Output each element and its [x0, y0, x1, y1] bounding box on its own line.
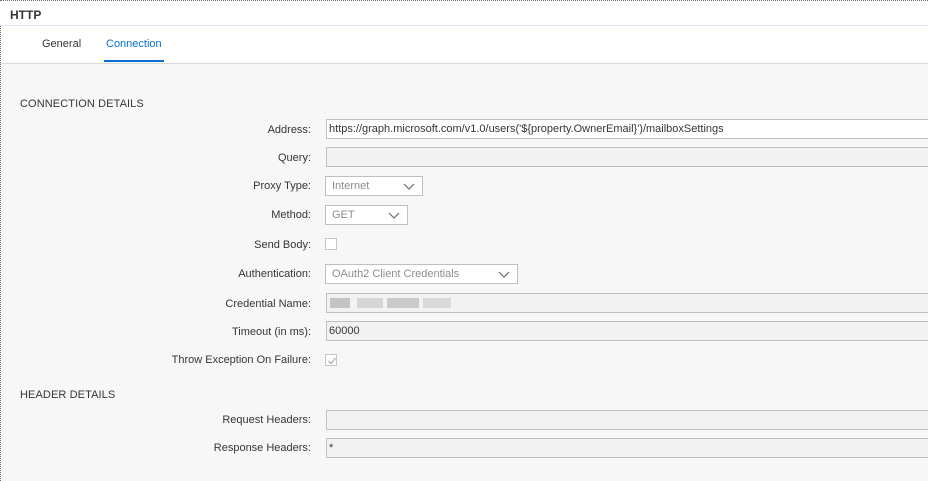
request-headers-field[interactable] [326, 410, 928, 430]
chevron-down-icon [403, 183, 415, 190]
panel-left-border [0, 26, 2, 481]
header-details-heading: HEADER DETAILS [20, 389, 116, 401]
method-label: Method: [271, 209, 311, 221]
connection-details-heading: CONNECTION DETAILS [20, 98, 144, 110]
address-label: Address: [267, 124, 311, 136]
authentication-value: OAuth2 Client Credentials [332, 268, 460, 280]
send-body-label: Send Body: [254, 239, 311, 251]
proxy-type-label: Proxy Type: [253, 180, 311, 192]
tab-bar: General Connection [0, 26, 928, 64]
credential-name-label: Credential Name: [225, 298, 311, 310]
tab-connection[interactable]: Connection [104, 26, 164, 62]
tab-general[interactable]: General [42, 26, 81, 62]
throw-exception-checkbox[interactable] [325, 354, 337, 366]
authentication-label: Authentication: [238, 268, 311, 280]
credential-name-field[interactable] [326, 293, 928, 313]
redacted-credential [330, 298, 350, 308]
checkmark-icon [328, 357, 337, 365]
method-select[interactable]: GET [325, 205, 408, 225]
throw-exception-label: Throw Exception On Failure: [171, 354, 311, 366]
redacted-credential [387, 298, 419, 308]
timeout-field[interactable] [326, 321, 928, 341]
proxy-type-select[interactable]: Internet [325, 176, 423, 196]
chevron-down-icon [498, 271, 510, 278]
query-label: Query: [277, 152, 311, 164]
response-headers-label: Response Headers: [213, 442, 311, 454]
address-field[interactable] [326, 119, 928, 139]
send-body-checkbox[interactable] [325, 238, 337, 250]
method-value: GET [332, 209, 355, 221]
chevron-down-icon [388, 212, 400, 219]
redacted-credential [423, 298, 451, 308]
authentication-select[interactable]: OAuth2 Client Credentials [325, 264, 518, 284]
redacted-credential [357, 298, 383, 308]
request-headers-label: Request Headers: [222, 414, 311, 426]
panel-title-bar: HTTP [0, 0, 928, 27]
panel-title: HTTP [10, 8, 42, 22]
response-headers-field[interactable] [326, 438, 928, 458]
query-field[interactable] [326, 147, 928, 167]
timeout-label: Timeout (in ms): [231, 326, 311, 338]
proxy-type-value: Internet [332, 180, 370, 192]
